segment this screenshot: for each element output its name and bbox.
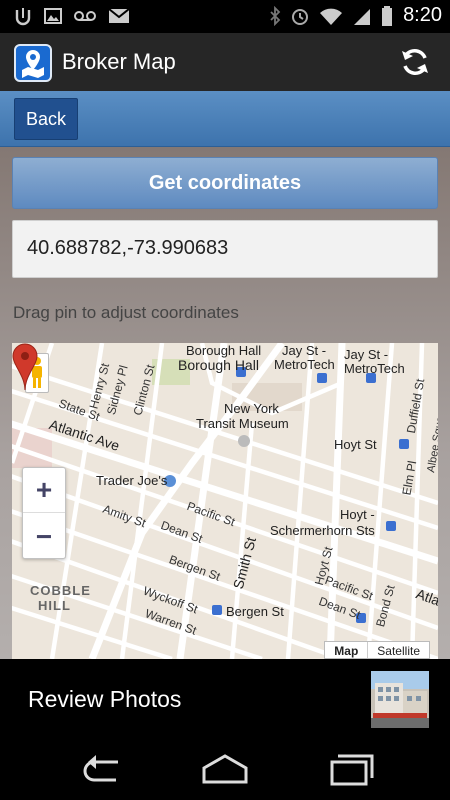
zoom-in-button[interactable]: + bbox=[23, 468, 65, 513]
map-label-jay-st-2: Jay St - bbox=[344, 347, 389, 362]
map-label-trader-joes: Trader Joe's bbox=[96, 473, 168, 488]
review-photos-bar[interactable]: Review Photos bbox=[0, 659, 450, 738]
get-coordinates-button[interactable]: Get coordinates bbox=[12, 157, 438, 209]
zoom-control: + − bbox=[22, 467, 66, 559]
map-streets bbox=[12, 343, 438, 659]
review-photos-label: Review Photos bbox=[28, 686, 182, 712]
drag-hint-text: Drag pin to adjust coordinates bbox=[13, 303, 239, 322]
zoom-out-button[interactable]: − bbox=[23, 514, 65, 559]
status-bar: 8:20 bbox=[0, 0, 450, 33]
image-icon bbox=[44, 8, 62, 24]
map-label-borough-hall: Borough Hall bbox=[178, 357, 259, 373]
back-arrow-icon[interactable] bbox=[76, 752, 126, 786]
map-view[interactable]: Borough Hall Borough Hall Jay St - Metro… bbox=[12, 343, 438, 659]
map-type-map-button[interactable]: Map bbox=[325, 642, 369, 658]
home-icon[interactable] bbox=[200, 752, 250, 786]
alarm-icon bbox=[292, 8, 309, 25]
battery-icon bbox=[382, 5, 393, 26]
map-label-new-york: New York bbox=[224, 401, 279, 416]
map-label-cobble: COBBLE bbox=[30, 583, 91, 598]
main-content: Get coordinates 40.688782,-73.990683 Dra… bbox=[0, 147, 450, 659]
sub-toolbar: Back bbox=[0, 91, 450, 147]
recent-apps-icon[interactable] bbox=[326, 752, 376, 786]
map-label-borough-hall-top: Borough Hall bbox=[186, 343, 262, 358]
building-photo-icon bbox=[371, 671, 429, 728]
coordinates-field[interactable]: 40.688782,-73.990683 bbox=[12, 220, 438, 278]
map-label-schermerhorn: Schermerhorn Sts bbox=[270, 523, 375, 538]
refresh-icon bbox=[402, 49, 428, 75]
navigation-bar bbox=[0, 738, 450, 800]
map-type-satellite-button[interactable]: Satellite bbox=[368, 642, 429, 658]
photo-thumbnail[interactable] bbox=[371, 671, 429, 728]
back-button[interactable]: Back bbox=[14, 98, 78, 140]
map-label-metrotech-1: MetroTech bbox=[274, 357, 335, 372]
usb-icon bbox=[15, 8, 31, 26]
map-label-hill: HILL bbox=[38, 598, 71, 613]
app-title: Broker Map bbox=[62, 49, 176, 74]
map-label-jay-st-1: Jay St - bbox=[282, 343, 327, 358]
wifi-icon bbox=[320, 8, 343, 25]
map-label-metrotech-2: MetroTech bbox=[344, 361, 405, 376]
map-type-control: Map Satellite bbox=[324, 641, 430, 659]
signal-icon bbox=[354, 8, 371, 25]
map-label-hoyt-st: Hoyt St bbox=[334, 437, 377, 452]
map-pin-logo-icon bbox=[14, 44, 52, 82]
map-pin-marker[interactable] bbox=[12, 343, 38, 391]
app-bar: Broker Map bbox=[0, 33, 450, 91]
map-label-bergen-st-station: Bergen St bbox=[226, 604, 284, 619]
map-label-transit-museum: Transit Museum bbox=[196, 416, 289, 431]
bluetooth-icon bbox=[270, 5, 281, 26]
refresh-button[interactable] bbox=[398, 45, 432, 79]
map-label-hoyt: Hoyt - bbox=[340, 507, 375, 522]
gmail-icon bbox=[108, 8, 130, 23]
status-time: 8:20 bbox=[403, 4, 442, 26]
voicemail-icon bbox=[74, 11, 96, 21]
